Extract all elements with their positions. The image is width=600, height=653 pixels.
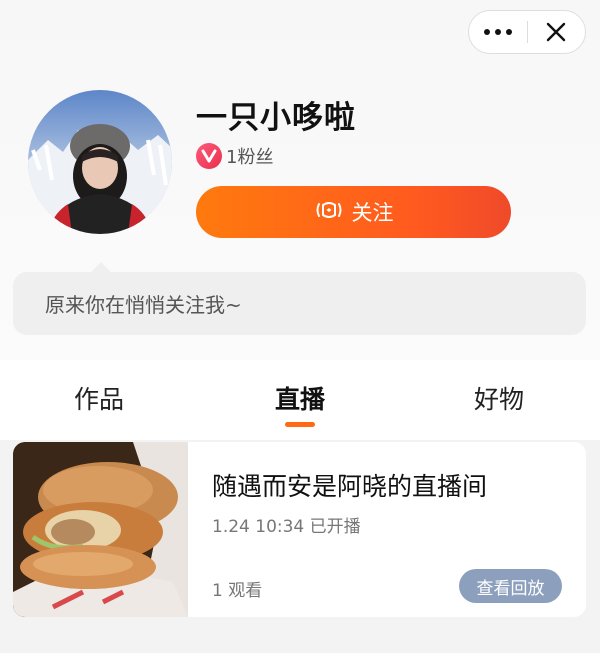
fans-row: 1粉丝: [196, 143, 273, 169]
greeting-bubble: 原来你在悄悄关注我~: [13, 262, 586, 335]
live-signal-icon: [314, 200, 344, 225]
profile-page: 一只小哆啦 1粉丝 关注 原来你在悄悄关注我~ 作品 直播 好物 随遇而安是阿晓…: [0, 0, 600, 653]
close-icon[interactable]: [527, 11, 585, 53]
tab-works[interactable]: 作品: [74, 380, 124, 416]
live-title: 随遇而安是阿晓的直播间: [212, 472, 488, 501]
content-tabs: 作品 直播 好物: [0, 360, 600, 440]
fans-count: 1粉丝: [226, 147, 274, 168]
live-start-time: 1.24 10:34 已开播: [212, 517, 361, 537]
mini-program-capsule: [468, 10, 586, 54]
follow-button[interactable]: 关注: [196, 186, 511, 238]
tab-goods[interactable]: 好物: [474, 380, 524, 416]
v-badge-icon: [196, 143, 222, 169]
live-thumbnail[interactable]: [13, 442, 188, 617]
greeting-text: 原来你在悄悄关注我~: [45, 293, 242, 317]
avatar[interactable]: [28, 90, 172, 234]
active-tab-indicator: [285, 422, 315, 427]
view-replay-button[interactable]: 查看回放: [459, 569, 562, 603]
more-dots-icon[interactable]: [469, 11, 527, 53]
tab-live[interactable]: 直播: [275, 380, 325, 416]
follow-label: 关注: [351, 201, 394, 225]
view-count: 1 观看: [212, 581, 263, 601]
live-replay-card[interactable]: 随遇而安是阿晓的直播间 1.24 10:34 已开播 1 观看 查看回放: [13, 442, 586, 617]
profile-name: 一只小哆啦: [196, 100, 356, 136]
